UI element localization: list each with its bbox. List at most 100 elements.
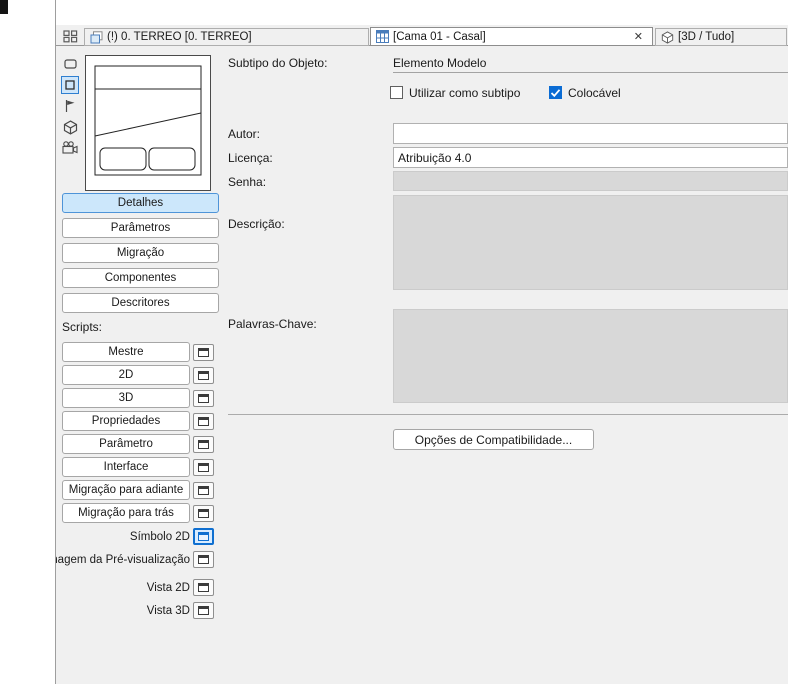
tab-object-cama[interactable]: [Cama 01 - Casal] ✕	[370, 27, 653, 46]
mode-2d-symbol-button[interactable]	[63, 57, 79, 71]
license-field[interactable]: Atribuição 4.0	[393, 147, 788, 168]
script-button-migracao-tras[interactable]: Migração para trás	[62, 503, 190, 523]
open-script-window-button[interactable]	[193, 344, 214, 361]
square-icon	[65, 80, 75, 90]
keywords-label: Palavras-Chave:	[228, 317, 317, 331]
checkbox-colocavel[interactable]	[549, 86, 562, 99]
mode-3d-view-button[interactable]	[62, 119, 78, 135]
section-button-detalhes[interactable]: Detalhes	[62, 193, 219, 213]
checkbox-utilizar-subtipo-label: Utilizar como subtipo	[409, 86, 521, 100]
window-icon	[198, 348, 209, 357]
window-icon	[198, 486, 209, 495]
mode-animation-button[interactable]	[61, 140, 78, 154]
script-button-propriedades[interactable]: Propriedades	[62, 411, 190, 431]
form-separator	[228, 414, 788, 415]
open-script-window-button[interactable]	[193, 436, 214, 453]
script-button-label: 2D	[118, 369, 134, 381]
compatibility-button-label: Opções de Compatibilidade...	[414, 432, 573, 447]
view-label-vista-3d: Vista 3D	[146, 605, 190, 617]
script-button-label: Parâmetro	[99, 438, 153, 450]
mode-2d-view-button[interactable]	[61, 76, 79, 94]
tab-3d-label: [3D / Tudo]	[678, 31, 735, 43]
tab-floor-plan[interactable]: (!) 0. TÉRREO [0. TÉRREO]	[84, 28, 369, 46]
view-label-imagem-previsualizacao: Imagem da Pré-visualização	[56, 554, 190, 566]
password-field	[393, 171, 788, 191]
window-icon	[198, 394, 209, 403]
script-button-label: 3D	[118, 392, 134, 404]
section-button-label: Descritores	[111, 297, 170, 309]
script-button-mestre[interactable]: Mestre	[62, 342, 190, 362]
cube-icon	[63, 119, 77, 135]
script-button-label: Interface	[103, 461, 149, 473]
script-button-label: Propriedades	[91, 415, 161, 427]
close-icon[interactable]: ✕	[630, 30, 647, 43]
view-label-simbolo-2d: Símbolo 2D	[129, 531, 190, 543]
section-button-descritores[interactable]: Descritores	[62, 293, 219, 313]
checkbox-colocavel-label: Colocável	[568, 86, 621, 100]
quad-view-icon	[63, 30, 78, 43]
subtype-label: Subtipo do Objeto:	[228, 56, 328, 70]
open-script-window-button[interactable]	[193, 413, 214, 430]
script-button-3d[interactable]: 3D	[62, 388, 190, 408]
section-button-label: Componentes	[104, 272, 177, 284]
author-field[interactable]	[393, 123, 788, 144]
mode-pin-button[interactable]	[63, 98, 77, 114]
tab-floor-plan-label: (!) 0. TÉRREO [0. TÉRREO]	[107, 31, 252, 43]
window-icon	[198, 555, 209, 564]
section-button-label: Migração	[116, 247, 165, 259]
cube-icon	[661, 30, 674, 44]
script-button-label: Migração para trás	[78, 507, 174, 519]
open-script-window-button[interactable]	[193, 482, 214, 499]
license-label: Licença:	[228, 151, 273, 165]
gdl-object-editor-window: (!) 0. TÉRREO [0. TÉRREO] [Cama 01 - Cas…	[0, 0, 788, 684]
license-field-value: Atribuição 4.0	[398, 150, 472, 165]
script-button-parametro[interactable]: Parâmetro	[62, 434, 190, 454]
section-button-componentes[interactable]: Componentes	[62, 268, 219, 288]
author-label: Autor:	[228, 127, 261, 141]
section-button-parametros[interactable]: Parâmetros	[62, 218, 219, 238]
script-button-interface[interactable]: Interface	[62, 457, 190, 477]
keywords-textarea	[393, 309, 788, 403]
open-view-window-button[interactable]	[193, 551, 214, 568]
window-icon	[198, 463, 209, 472]
open-view-window-button[interactable]	[193, 602, 214, 619]
checkbox-utilizar-subtipo[interactable]	[390, 86, 403, 99]
window-icon	[198, 583, 209, 592]
bed-drawing	[94, 65, 202, 176]
open-view-window-button[interactable]	[193, 579, 214, 596]
open-view-window-button[interactable]	[193, 528, 214, 545]
film-icon	[61, 140, 78, 154]
script-button-migracao-adiante[interactable]: Migração para adiante	[62, 480, 190, 500]
open-script-window-button[interactable]	[193, 459, 214, 476]
window-icon	[198, 371, 209, 380]
password-label: Senha:	[228, 175, 267, 189]
open-script-window-button[interactable]	[193, 367, 214, 384]
view-label-vista-2d: Vista 2D	[146, 582, 190, 594]
tab-3d[interactable]: [3D / Tudo]	[655, 28, 787, 46]
open-script-window-button[interactable]	[193, 505, 214, 522]
window-layout-button[interactable]	[62, 29, 79, 44]
check-icon	[550, 89, 561, 98]
script-button-2d[interactable]: 2D	[62, 365, 190, 385]
floor-plan-icon	[90, 30, 103, 43]
description-textarea	[393, 195, 788, 290]
window-icon	[198, 440, 209, 449]
object-preview	[85, 55, 211, 191]
window-icon	[198, 417, 209, 426]
pin-icon	[65, 100, 75, 112]
gdl-object-icon	[376, 30, 389, 43]
section-button-label: Parâmetros	[110, 222, 171, 234]
compatibility-button[interactable]: Opções de Compatibilidade...	[393, 429, 594, 450]
window-icon	[198, 606, 209, 615]
tab-object-label: [Cama 01 - Casal]	[393, 30, 486, 43]
script-button-label: Migração para adiante	[68, 484, 184, 496]
section-button-migracao[interactable]: Migração	[62, 243, 219, 263]
symbol-2d-icon	[64, 59, 77, 69]
script-button-label: Mestre	[108, 346, 144, 358]
window-icon	[198, 532, 209, 541]
scripts-heading: Scripts:	[62, 320, 103, 334]
subtype-underline	[393, 72, 788, 73]
section-button-label: Detalhes	[117, 197, 164, 209]
subtype-value[interactable]: Elemento Modelo	[393, 56, 486, 70]
open-script-window-button[interactable]	[193, 390, 214, 407]
